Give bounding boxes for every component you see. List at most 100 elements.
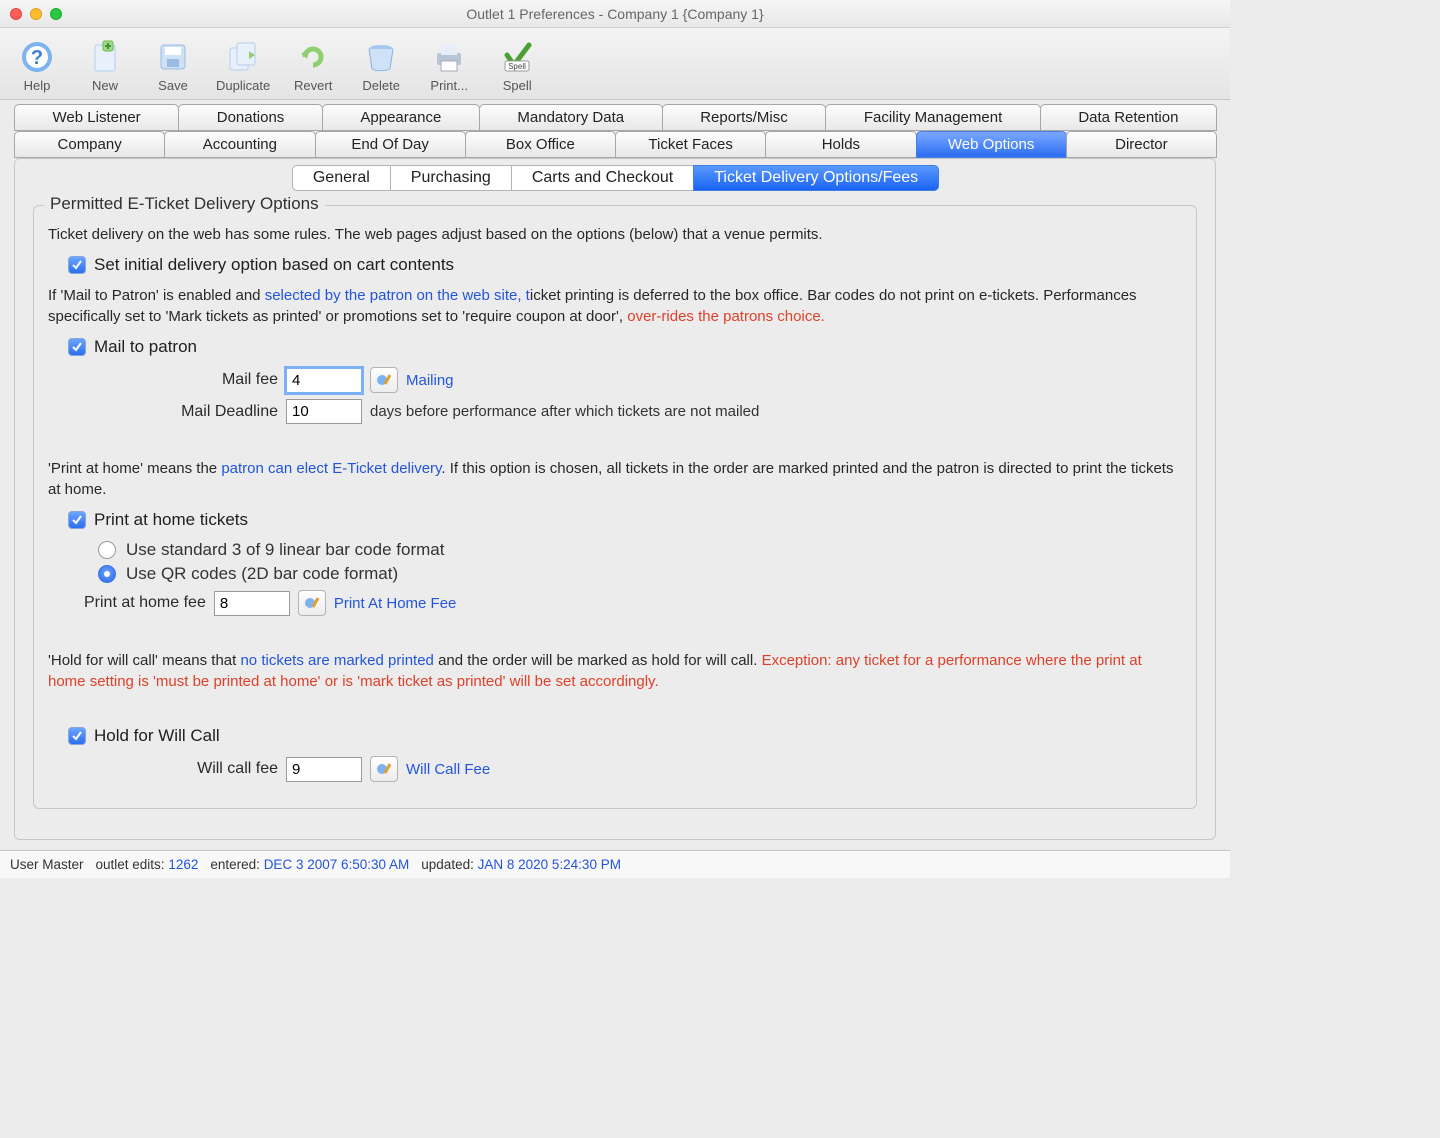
globe-pencil-icon [376, 761, 392, 777]
new-button[interactable]: New [80, 36, 130, 93]
barcode-3of9-label: Use standard 3 of 9 linear bar code form… [126, 540, 444, 560]
hold-for-will-call-checkbox[interactable] [68, 727, 86, 745]
status-bar: User Master outlet edits: 1262 entered: … [0, 850, 1230, 878]
tab-facility-management[interactable]: Facility Management [825, 104, 1041, 131]
tab-box-office[interactable]: Box Office [465, 131, 616, 158]
tab-web-options[interactable]: Web Options [916, 131, 1067, 158]
new-label: New [92, 78, 118, 93]
svg-text:?: ? [31, 47, 43, 69]
titlebar: Outlet 1 Preferences - Company 1 {Compan… [0, 0, 1230, 28]
mail-to-patron-checkbox[interactable] [68, 338, 86, 356]
mail-fee-row: Mail fee Mailing [108, 367, 1182, 393]
print-icon [428, 36, 470, 78]
mail-deadline-input[interactable] [286, 399, 362, 424]
mail-fee-lookup-button[interactable] [370, 367, 398, 393]
mail-deadline-row: Mail Deadline days before performance af… [108, 399, 1182, 424]
mail-explain-text: If 'Mail to Patron' is enabled and selec… [48, 285, 1182, 327]
subtabs: General Purchasing Carts and Checkout Ti… [25, 159, 1205, 195]
mail-to-patron-label: Mail to patron [94, 337, 197, 357]
will-call-fee-lookup-button[interactable] [370, 756, 398, 782]
new-icon [84, 36, 126, 78]
print-button[interactable]: Print... [424, 36, 474, 93]
barcode-qr-radio[interactable] [98, 565, 116, 583]
barcode-3of9-radio[interactable] [98, 541, 116, 559]
mail-fee-label: Mail fee [108, 371, 278, 389]
tab-director[interactable]: Director [1066, 131, 1217, 158]
tab-reports-misc[interactable]: Reports/Misc [662, 104, 827, 131]
status-updated: updated: JAN 8 2020 5:24:30 PM [421, 857, 621, 872]
tab-ticket-faces[interactable]: Ticket Faces [615, 131, 766, 158]
print-fee-link[interactable]: Print At Home Fee [334, 595, 457, 612]
status-entered-value: DEC 3 2007 6:50:30 AM [264, 857, 410, 872]
hold-for-will-call-row[interactable]: Hold for Will Call [68, 726, 1182, 746]
tab-data-retention[interactable]: Data Retention [1040, 104, 1217, 131]
tab-donations[interactable]: Donations [178, 104, 323, 131]
barcode-qr-label: Use QR codes (2D bar code format) [126, 564, 398, 584]
mail-fee-input[interactable] [286, 368, 362, 393]
will-call-fee-label: Will call fee [108, 760, 278, 778]
content-area: General Purchasing Carts and Checkout Ti… [14, 158, 1216, 840]
tab-accounting[interactable]: Accounting [164, 131, 315, 158]
fieldset-legend: Permitted E-Ticket Delivery Options [44, 194, 325, 214]
duplicate-icon [222, 36, 264, 78]
tabs-row-1: Web Listener Donations Appearance Mandat… [0, 100, 1230, 131]
status-entered: entered: DEC 3 2007 6:50:30 AM [210, 857, 409, 872]
subtab-ticket-delivery[interactable]: Ticket Delivery Options/Fees [693, 165, 939, 191]
window-title: Outlet 1 Preferences - Company 1 {Compan… [0, 6, 1230, 22]
print-fee-input[interactable] [214, 591, 290, 616]
subtab-purchasing[interactable]: Purchasing [390, 165, 512, 191]
delete-label: Delete [362, 78, 400, 93]
print-fee-row: Print at home fee Print At Home Fee [84, 590, 1182, 616]
help-icon: ? [16, 36, 58, 78]
tabs-row-2: Company Accounting End Of Day Box Office… [0, 131, 1230, 158]
help-label: Help [24, 78, 51, 93]
intro-text: Ticket delivery on the web has some rule… [48, 224, 1182, 245]
subtab-carts[interactable]: Carts and Checkout [511, 165, 694, 191]
subtab-general[interactable]: General [292, 165, 391, 191]
tab-end-of-day[interactable]: End Of Day [315, 131, 466, 158]
tab-appearance[interactable]: Appearance [322, 104, 480, 131]
mail-explain-warn: over-rides the patrons choice. [627, 308, 825, 325]
spell-button[interactable]: Spell Spell [492, 36, 542, 93]
delete-button[interactable]: Delete [356, 36, 406, 93]
barcode-qr-row[interactable]: Use QR codes (2D bar code format) [98, 564, 1182, 584]
mail-explain-link: selected by the patron on the web site, … [265, 287, 530, 304]
mail-to-patron-row[interactable]: Mail to patron [68, 337, 1182, 357]
revert-button[interactable]: Revert [288, 36, 338, 93]
tab-company[interactable]: Company [14, 131, 165, 158]
status-updated-value: JAN 8 2020 5:24:30 PM [478, 857, 621, 872]
spell-label: Spell [503, 78, 532, 93]
mail-deadline-label: Mail Deadline [108, 403, 278, 421]
barcode-3of9-row[interactable]: Use standard 3 of 9 linear bar code form… [98, 540, 1182, 560]
will-call-fee-row: Will call fee Will Call Fee [108, 756, 1182, 782]
print-fee-label: Print at home fee [84, 594, 206, 612]
revert-label: Revert [294, 78, 332, 93]
set-initial-delivery-checkbox[interactable] [68, 256, 86, 274]
delete-icon [360, 36, 402, 78]
save-icon [152, 36, 194, 78]
help-button[interactable]: ? Help [12, 36, 62, 93]
will-call-fee-link[interactable]: Will Call Fee [406, 761, 490, 778]
print-at-home-label: Print at home tickets [94, 510, 248, 530]
print-at-home-checkbox[interactable] [68, 511, 86, 529]
set-initial-delivery-row[interactable]: Set initial delivery option based on car… [68, 255, 1182, 275]
tab-holds[interactable]: Holds [765, 131, 916, 158]
print-at-home-row[interactable]: Print at home tickets [68, 510, 1182, 530]
mailing-link[interactable]: Mailing [406, 372, 454, 389]
globe-pencil-icon [304, 595, 320, 611]
svg-text:Spell: Spell [508, 62, 526, 71]
permitted-eticket-fieldset: Permitted E-Ticket Delivery Options Tick… [33, 205, 1197, 809]
hold-for-will-call-label: Hold for Will Call [94, 726, 220, 746]
print-label: Print... [430, 78, 468, 93]
set-initial-delivery-label: Set initial delivery option based on car… [94, 255, 454, 275]
duplicate-button[interactable]: Duplicate [216, 36, 270, 93]
print-fee-lookup-button[interactable] [298, 590, 326, 616]
will-call-fee-input[interactable] [286, 757, 362, 782]
save-label: Save [158, 78, 188, 93]
tab-mandatory-data[interactable]: Mandatory Data [479, 104, 663, 131]
hold-explain-link: no tickets are marked printed [240, 652, 433, 669]
tab-web-listener[interactable]: Web Listener [14, 104, 179, 131]
save-button[interactable]: Save [148, 36, 198, 93]
hold-explain-text: 'Hold for will call' means that no ticke… [48, 650, 1182, 692]
globe-pencil-icon [376, 372, 392, 388]
